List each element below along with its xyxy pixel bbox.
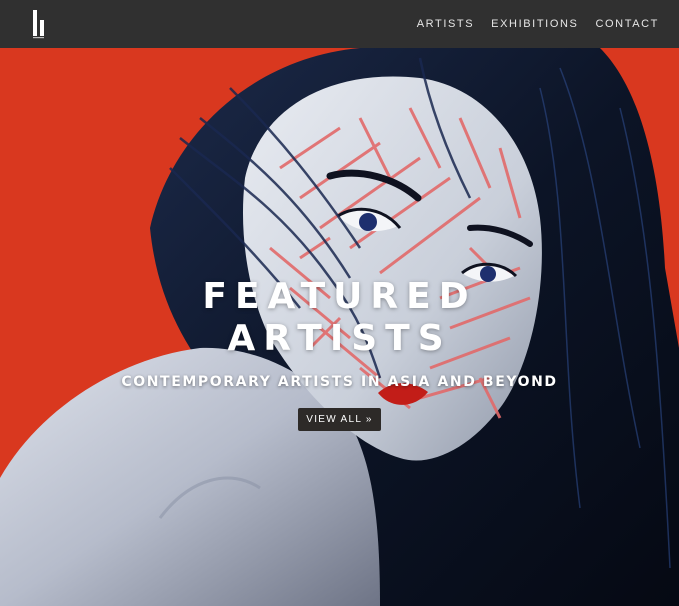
nav-item-exhibitions[interactable]: EXHIBITIONS <box>491 18 578 30</box>
top-navbar: ARTISTS EXHIBITIONS CONTACT <box>0 0 679 48</box>
gallery-logo-icon[interactable] <box>30 8 50 40</box>
main-nav: ARTISTS EXHIBITIONS CONTACT <box>417 0 659 48</box>
hero-text-block: FEATURED ARTISTS CONTEMPORARY ARTISTS IN… <box>0 276 679 431</box>
view-all-button[interactable]: VIEW ALL » <box>298 408 381 431</box>
nav-item-artists[interactable]: ARTISTS <box>417 18 474 30</box>
hero-title: FEATURED ARTISTS <box>160 276 520 360</box>
hero-title-line-2: ARTISTS <box>227 318 452 359</box>
hero-subtitle: CONTEMPORARY ARTISTS IN ASIA AND BEYOND <box>121 374 558 390</box>
hero-title-line-1: FEATURED <box>202 276 477 317</box>
nav-item-contact[interactable]: CONTACT <box>595 18 659 30</box>
page: ARTISTS EXHIBITIONS CONTACT FEATURED ART… <box>0 0 679 606</box>
hero-banner: FEATURED ARTISTS CONTEMPORARY ARTISTS IN… <box>0 48 679 606</box>
